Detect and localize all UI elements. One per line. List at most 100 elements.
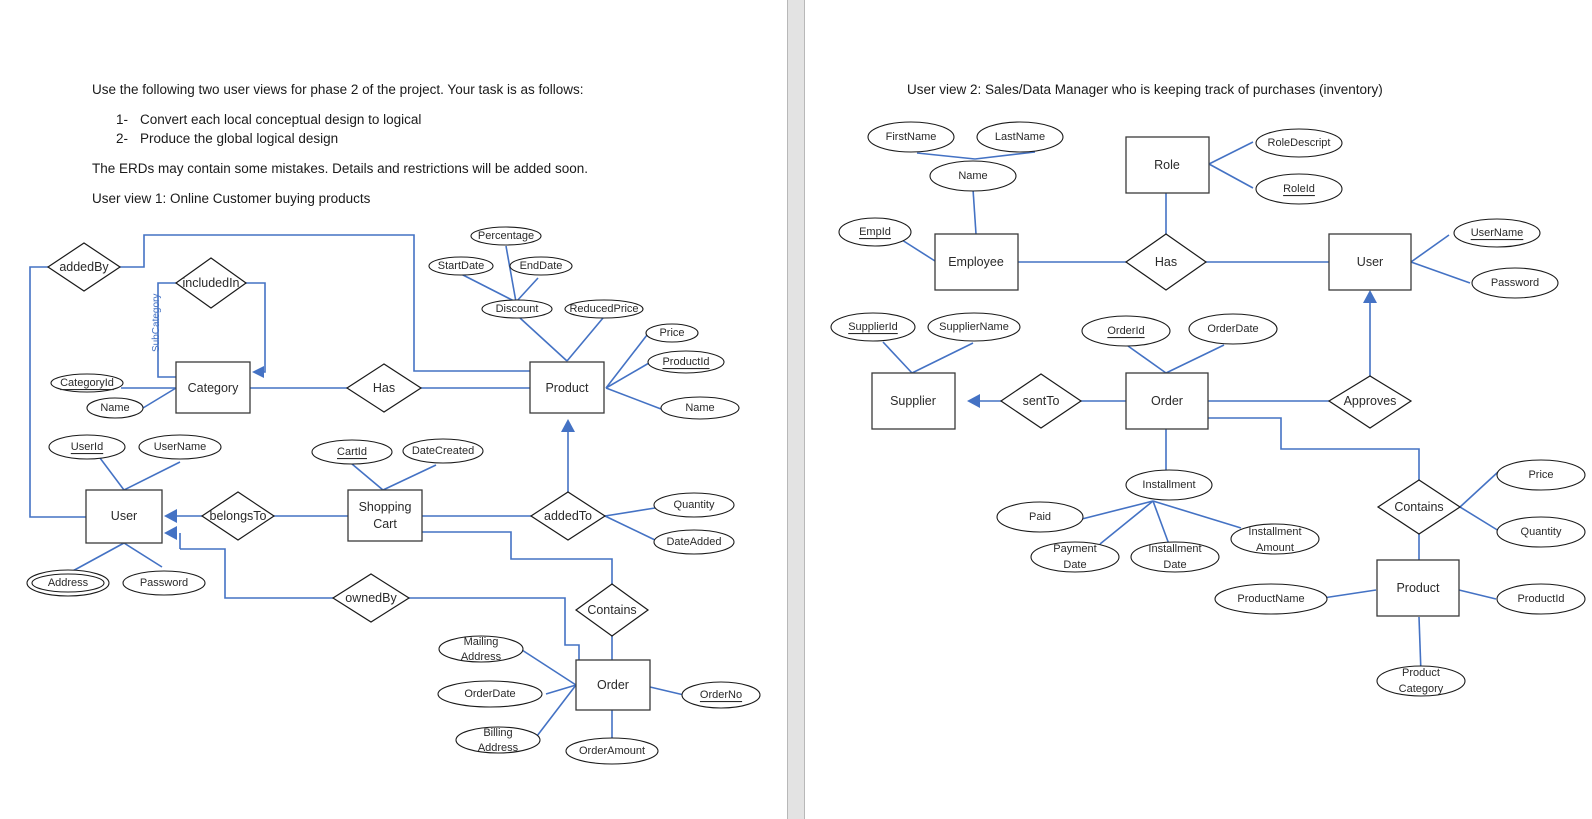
attribute-role-id[interactable]: RoleId bbox=[1255, 173, 1343, 205]
attribute-product-id[interactable]: ProductId bbox=[647, 350, 725, 374]
entity-label: Role bbox=[1154, 158, 1180, 172]
relationship-belongs-to[interactable]: belongsTo bbox=[200, 491, 276, 541]
attribute-label: Installment bbox=[1148, 543, 1201, 555]
attribute-label: Name bbox=[100, 402, 129, 414]
attribute-address-multivalued[interactable]: Address bbox=[26, 569, 110, 597]
entity-employee[interactable]: Employee bbox=[934, 233, 1019, 291]
attribute-reduced-price[interactable]: ReducedPrice bbox=[564, 299, 644, 319]
attribute-supplier-name[interactable]: SupplierName bbox=[927, 312, 1021, 342]
attribute-label: ProductId bbox=[662, 356, 709, 368]
entity-shopping-cart[interactable]: Shopping Cart bbox=[347, 489, 423, 542]
relationship-sent-to[interactable]: sentTo bbox=[999, 373, 1083, 429]
attribute-label: Discount bbox=[496, 303, 539, 315]
relationship-added-to[interactable]: addedTo bbox=[529, 491, 607, 541]
connector bbox=[916, 152, 976, 160]
relationship-label: Has bbox=[1155, 255, 1177, 269]
connector bbox=[972, 188, 977, 235]
connector bbox=[1322, 589, 1377, 599]
attribute-product-category[interactable]: Product Category bbox=[1376, 665, 1466, 697]
connector bbox=[536, 684, 577, 737]
attribute-category-id[interactable]: CategoryId bbox=[50, 373, 124, 393]
entity-role[interactable]: Role bbox=[1125, 136, 1210, 194]
arrowhead bbox=[252, 366, 264, 378]
arrowhead bbox=[1363, 290, 1377, 303]
entity-category[interactable]: Category bbox=[175, 361, 251, 414]
attribute-order-no[interactable]: OrderNo bbox=[681, 681, 761, 709]
attribute-discount[interactable]: Discount bbox=[481, 299, 553, 319]
relationship-label: Has bbox=[373, 381, 395, 395]
attribute-label: FirstName bbox=[886, 131, 937, 143]
connector bbox=[1459, 506, 1500, 532]
attribute-quantity[interactable]: Quantity bbox=[653, 492, 735, 518]
attribute-installment[interactable]: Installment bbox=[1125, 469, 1213, 501]
attribute-user-name[interactable]: UserName bbox=[138, 434, 222, 460]
attribute-end-date[interactable]: EndDate bbox=[509, 256, 573, 276]
attribute-label: Product bbox=[1402, 667, 1440, 679]
attribute-product-id-2[interactable]: ProductId bbox=[1496, 583, 1586, 615]
attribute-first-name[interactable]: FirstName bbox=[867, 121, 955, 153]
attribute-role-descript[interactable]: RoleDescript bbox=[1255, 128, 1343, 158]
attribute-product-name[interactable]: Name bbox=[660, 396, 740, 420]
relationship-label: addedTo bbox=[544, 509, 592, 523]
relationship-label: addedBy bbox=[59, 260, 109, 274]
entity-user-2[interactable]: User bbox=[1328, 233, 1412, 291]
entity-supplier[interactable]: Supplier bbox=[871, 372, 956, 430]
entity-product-2[interactable]: Product bbox=[1376, 559, 1460, 617]
attribute-billing-address[interactable]: Billing Address bbox=[455, 726, 541, 754]
attribute-password[interactable]: Password bbox=[122, 570, 206, 596]
attribute-label: Address bbox=[48, 577, 89, 589]
attribute-user-name-2[interactable]: UserName bbox=[1453, 218, 1541, 248]
attribute-label: Price bbox=[1528, 469, 1553, 481]
attribute-date-added[interactable]: DateAdded bbox=[653, 529, 735, 555]
entity-user[interactable]: User bbox=[85, 489, 163, 544]
attribute-label: SupplierName bbox=[939, 321, 1009, 333]
attribute-label: Date bbox=[1163, 559, 1186, 571]
connector bbox=[120, 234, 530, 372]
relationship-has-2[interactable]: Has bbox=[1124, 233, 1208, 291]
attribute-product-name-2[interactable]: ProductName bbox=[1214, 583, 1328, 615]
relationship-approves[interactable]: Approves bbox=[1327, 375, 1413, 429]
relationship-contains[interactable]: Contains bbox=[574, 583, 650, 637]
attribute-user-id[interactable]: UserId bbox=[48, 434, 126, 460]
attribute-last-name[interactable]: LastName bbox=[976, 121, 1064, 153]
connector bbox=[422, 531, 613, 584]
connector bbox=[605, 387, 662, 410]
entity-product[interactable]: Product bbox=[529, 361, 605, 414]
attribute-label: Mailing bbox=[464, 636, 499, 648]
relationship-label: includedIn bbox=[183, 276, 240, 290]
attribute-label: SupplierId bbox=[848, 321, 898, 333]
relationship-owned-by[interactable]: ownedBy bbox=[331, 573, 411, 623]
attribute-percentage[interactable]: Percentage bbox=[470, 226, 542, 246]
attribute-order-id[interactable]: OrderId bbox=[1081, 315, 1171, 347]
relationship-added-by[interactable]: addedBy bbox=[46, 242, 122, 292]
attribute-password-2[interactable]: Password bbox=[1471, 267, 1559, 299]
attribute-start-date[interactable]: StartDate bbox=[428, 256, 494, 276]
attribute-installment-date[interactable]: Installment Date bbox=[1130, 541, 1220, 573]
attribute-installment-amount[interactable]: Installment Amount bbox=[1230, 523, 1320, 555]
attribute-paid[interactable]: Paid bbox=[996, 501, 1084, 533]
entity-order[interactable]: Order bbox=[575, 659, 651, 711]
attribute-label: Amount bbox=[1256, 542, 1294, 554]
relationship-contains-2[interactable]: Contains bbox=[1376, 479, 1462, 535]
attribute-label: Address bbox=[478, 742, 519, 754]
attribute-price[interactable]: Price bbox=[645, 323, 699, 343]
attribute-price-2[interactable]: Price bbox=[1496, 459, 1586, 491]
attribute-cart-id[interactable]: CartId bbox=[311, 439, 393, 465]
relationship-has[interactable]: Has bbox=[345, 363, 423, 413]
attribute-name[interactable]: Name bbox=[929, 160, 1017, 192]
entity-label: User bbox=[1357, 255, 1383, 269]
entity-order-2[interactable]: Order bbox=[1125, 372, 1209, 430]
attribute-date-created[interactable]: DateCreated bbox=[402, 438, 484, 464]
attribute-order-amount[interactable]: OrderAmount bbox=[565, 737, 659, 765]
attribute-mailing-address[interactable]: Mailing Address bbox=[438, 635, 524, 663]
attribute-emp-id[interactable]: EmpId bbox=[838, 217, 912, 247]
attribute-supplier-id[interactable]: SupplierId bbox=[830, 312, 916, 342]
attribute-order-date-2[interactable]: OrderDate bbox=[1188, 313, 1278, 345]
relationship-included-in[interactable]: includedIn bbox=[174, 257, 248, 309]
connector bbox=[505, 245, 517, 303]
attribute-payment-date[interactable]: Payment Date bbox=[1030, 541, 1120, 573]
attribute-quantity-2[interactable]: Quantity bbox=[1496, 516, 1586, 548]
attribute-category-name[interactable]: Name bbox=[86, 397, 144, 419]
attribute-label: UserId bbox=[71, 441, 103, 453]
attribute-order-date[interactable]: OrderDate bbox=[437, 680, 543, 708]
